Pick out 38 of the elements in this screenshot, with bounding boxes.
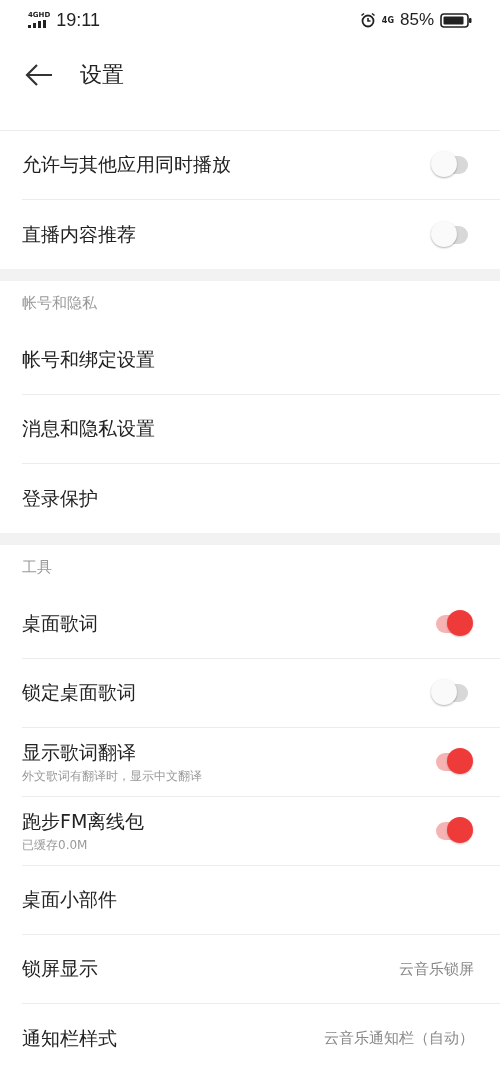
settings-row[interactable]: 跑步FM离线包 已缓存0.0M xyxy=(22,797,500,866)
settings-row[interactable]: 允许与其他应用同时播放 xyxy=(22,131,500,200)
data-label: 4G xyxy=(381,15,394,25)
settings-row[interactable]: 锁定桌面歌词 xyxy=(22,659,500,728)
row-label: 锁屏显示 xyxy=(22,956,98,981)
battery-icon xyxy=(440,12,472,28)
settings-row[interactable]: 显示歌词翻译 外文歌词有翻译时，显示中文翻译 xyxy=(22,728,500,797)
settings-row[interactable]: 帐号和绑定设置 xyxy=(22,326,500,395)
battery-percent: 85% xyxy=(399,10,434,30)
settings-row[interactable]: 桌面歌词 xyxy=(22,590,500,659)
row-label: 帐号和绑定设置 xyxy=(22,347,155,372)
row-label: 跑步FM离线包 xyxy=(22,808,145,834)
settings-row[interactable]: 桌面小部件 xyxy=(22,866,500,935)
row-description: 已缓存0.0M xyxy=(22,836,89,854)
settings-row[interactable]: 锁屏显示 云音乐锁屏 xyxy=(22,935,500,1004)
clock-time: 19:11 xyxy=(56,9,100,31)
row-label: 允许与其他应用同时播放 xyxy=(22,152,231,177)
section-title: 工具 xyxy=(22,558,52,577)
row-value: 云音乐锁屏 xyxy=(399,959,474,979)
row-label: 桌面歌词 xyxy=(22,611,98,636)
settings-row[interactable]: 直播内容推荐 xyxy=(22,200,500,269)
back-arrow-icon[interactable] xyxy=(24,63,54,87)
section-title: 帐号和隐私 xyxy=(22,294,97,313)
row-label: 锁定桌面歌词 xyxy=(22,680,136,705)
row-label: 登录保护 xyxy=(22,485,98,511)
settings-row[interactable]: 通知栏样式 云音乐通知栏（自动） xyxy=(22,1004,500,1073)
row-description: 外文歌词有翻译时，显示中文翻译 xyxy=(22,767,202,785)
row-label: 直播内容推荐 xyxy=(22,221,136,247)
signal-icon xyxy=(28,20,46,28)
row-value: 云音乐通知栏（自动） xyxy=(324,1029,474,1048)
alarm-icon xyxy=(359,12,376,28)
settings-row[interactable]: 消息和隐私设置 xyxy=(22,395,500,464)
settings-row[interactable]: 登录保护 xyxy=(22,464,500,533)
row-label: 显示歌词翻译 xyxy=(22,739,137,765)
row-label: 桌面小部件 xyxy=(22,887,117,912)
row-label: 消息和隐私设置 xyxy=(22,416,155,441)
row-label: 通知栏样式 xyxy=(22,1025,117,1051)
page-title: 设置 xyxy=(80,61,124,89)
